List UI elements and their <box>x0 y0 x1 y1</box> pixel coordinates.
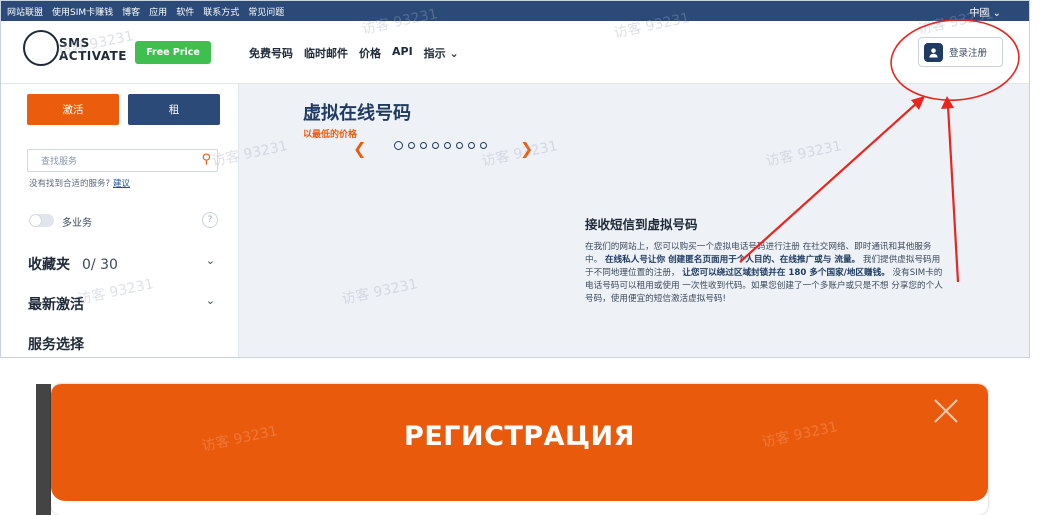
favorites-label: 收藏夹 <box>28 257 70 273</box>
top-link-faq[interactable]: 常见问题 <box>248 5 284 18</box>
service-search-input[interactable]: 查找服务 ⚲ <box>27 149 218 172</box>
close-icon[interactable] <box>931 396 961 426</box>
top-link-affiliate[interactable]: 网站联盟 <box>7 5 43 18</box>
service-select-heading: 服务选择 <box>28 334 218 356</box>
logo-text-line2: ACTIVATE <box>59 49 127 63</box>
top-link-contact[interactable]: 联系方式 <box>203 5 239 18</box>
carousel-prev-arrow-icon[interactable]: ❮ <box>353 139 366 158</box>
site-header: SMS ACTIVATE Free Price 免费号码 临时邮件 价格 API… <box>1 21 1029 84</box>
search-placeholder: 查找服务 <box>41 157 78 167</box>
free-price-button[interactable]: Free Price <box>135 41 211 64</box>
sms-activate-logo[interactable]: SMS ACTIVATE <box>23 30 126 68</box>
top-links: 网站联盟 使用SIM卡赚钱 博客 应用 软件 联系方式 常见问题 <box>7 5 284 18</box>
rent-tab-button[interactable]: 租 <box>128 94 220 125</box>
carousel-dot[interactable] <box>432 142 439 149</box>
main-nav: 免费号码 临时邮件 价格 API 指示 ⌄ <box>249 45 459 61</box>
service-sidebar: 激活 租 查找服务 ⚲ 没有找到合适的服务? 建议 多业务 ? 收藏夹 0/ 30 … <box>1 84 239 357</box>
recent-activations-label: 最新激活 <box>28 297 84 313</box>
carousel-dot[interactable] <box>468 142 475 149</box>
favorites-count: 0/ 30 <box>82 257 118 273</box>
watermark: 访客 93231 <box>764 138 844 170</box>
carousel-dot[interactable] <box>480 142 487 149</box>
registration-modal: РЕГИСТРАЦИЯ 访客 93231 访客 93231 <box>51 384 988 515</box>
website-screenshot: 网站联盟 使用SIM卡赚钱 博客 应用 软件 联系方式 常见问题 中國 ⌄ SM… <box>0 0 1030 358</box>
language-selector[interactable]: 中國 ⌄ <box>969 4 1001 19</box>
user-icon <box>924 42 943 62</box>
registration-modal-header: РЕГИСТРАЦИЯ <box>51 384 988 501</box>
hero-title: 虚拟在线号码 <box>303 103 411 124</box>
login-register-label: 登录注册 <box>949 48 988 59</box>
hero-subtitle: 以最低的价格 <box>303 130 358 140</box>
logo-text-line1: SMS <box>59 36 90 50</box>
favorites-section[interactable]: 收藏夹 0/ 30 ⌄ <box>28 254 218 276</box>
activate-tab-button[interactable]: 激活 <box>27 94 119 125</box>
top-bar: 网站联盟 使用SIM卡赚钱 博客 应用 软件 联系方式 常见问题 中國 ⌄ <box>1 1 1029 21</box>
service-select-label: 服务选择 <box>28 337 84 353</box>
multi-service-toggle[interactable] <box>29 214 54 227</box>
carousel-dot[interactable] <box>408 142 415 149</box>
content-paragraph: 在我们的网站上，您可以购买一个虚拟电话号码进行注册 在社交网络、即时通讯和其他服… <box>585 241 945 306</box>
suggest-hint-text: 没有找到合适的服务? <box>29 179 111 189</box>
nav-prices[interactable]: 价格 <box>359 45 381 61</box>
top-link-software[interactable]: 软件 <box>176 5 194 18</box>
top-link-blog[interactable]: 博客 <box>122 5 140 18</box>
suggest-link[interactable]: 建议 <box>113 179 130 189</box>
registration-title: РЕГИСТРАЦИЯ <box>404 421 635 452</box>
carousel-dot[interactable] <box>420 142 427 149</box>
carousel-dots <box>394 141 487 150</box>
top-link-sim-earn[interactable]: 使用SIM卡赚钱 <box>52 5 113 18</box>
top-link-apps[interactable]: 应用 <box>149 5 167 18</box>
chevron-down-icon: ⌄ <box>205 294 215 307</box>
carousel-dot[interactable] <box>394 141 403 150</box>
suggest-hint: 没有找到合适的服务? 建议 <box>29 177 130 189</box>
login-register-button[interactable]: 登录注册 <box>918 37 1003 67</box>
watermark: 访客 93231 <box>340 276 420 308</box>
nav-instructions[interactable]: 指示 ⌄ <box>424 45 459 61</box>
carousel-dot[interactable] <box>444 142 451 149</box>
content-title: 接收短信到虚拟号码 <box>585 217 698 232</box>
nav-free-numbers[interactable]: 免费号码 <box>249 45 293 61</box>
carousel-dot[interactable] <box>456 142 463 149</box>
nav-temp-mail[interactable]: 临时邮件 <box>304 45 348 61</box>
logo-ring-icon <box>23 30 59 66</box>
chevron-down-icon: ⌄ <box>205 254 215 267</box>
nav-api[interactable]: API <box>392 45 413 61</box>
help-icon[interactable]: ? <box>202 212 218 228</box>
content-p2: 在线私人号让你 创建匿名页面用于个人目的、在线推广或与 流量。 <box>604 255 861 265</box>
recent-activations-section[interactable]: 最新激活 ⌄ <box>28 294 218 316</box>
content-p4: 让您可以绕过区域封锁并在 180 多个国家/地区赚钱。 <box>682 268 890 278</box>
multi-service-label: 多业务 <box>62 218 92 229</box>
carousel-next-arrow-icon[interactable]: ❯ <box>520 139 533 158</box>
modal-backdrop-edge <box>36 384 51 515</box>
search-icon[interactable]: ⚲ <box>201 152 211 167</box>
